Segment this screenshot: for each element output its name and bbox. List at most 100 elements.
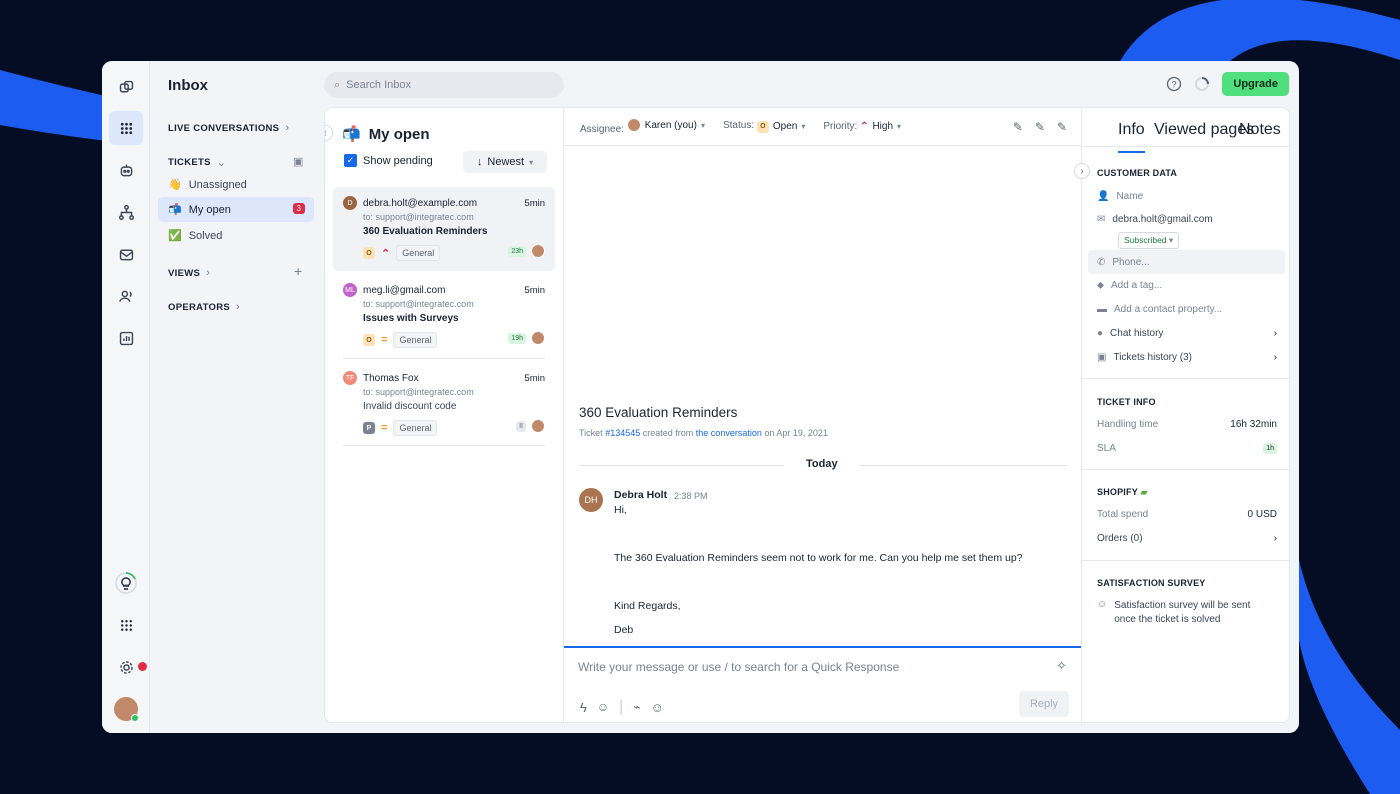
divider	[1082, 560, 1289, 561]
assignee-field[interactable]: Assignee: Karen (you) ▾	[580, 118, 705, 135]
edit-pencil-icon[interactable]: ✎	[1013, 120, 1023, 134]
caret-down-icon: ▾	[700, 120, 705, 130]
sort-label: Newest	[487, 156, 525, 168]
settings-gear-icon[interactable]	[109, 650, 147, 684]
tickets-history-row[interactable]: ▣ Tickets history (3) ›	[1097, 352, 1277, 363]
loading-ring-icon[interactable]	[1194, 76, 1210, 92]
chevron-right-icon: ›	[1273, 352, 1277, 363]
conversation-item[interactable]: ML meg.li@gmail.com 5min to: support@int…	[333, 274, 555, 358]
lightning-icon[interactable]: ϟ	[580, 700, 587, 715]
chat-bubble-icon: ●	[1097, 328, 1104, 339]
apps-icon[interactable]	[109, 608, 143, 642]
help-icon[interactable]: ?	[1166, 76, 1182, 92]
contact-avatar: ML	[343, 283, 357, 297]
expand-panel-button[interactable]: ›	[1074, 163, 1090, 179]
check-icon: ✅	[168, 230, 182, 242]
email-field[interactable]: ✉ debra.holt@gmail.com	[1097, 214, 1277, 225]
chat-history-label: Chat history	[1110, 328, 1164, 339]
separator: |	[619, 698, 624, 715]
show-pending-label: Show pending	[363, 154, 433, 167]
phone-placeholder: Phone...	[1112, 256, 1150, 268]
ticket-title: 360 Evaluation Reminders	[579, 405, 738, 420]
add-view-icon[interactable]: +	[294, 263, 302, 279]
views-section[interactable]: VIEWS ›	[168, 267, 210, 279]
orders-row[interactable]: Orders (0) ›	[1097, 533, 1277, 544]
phone-icon: ✆	[1097, 256, 1106, 268]
flow-icon[interactable]	[109, 195, 143, 229]
operators-section[interactable]: OPERATORS ›	[168, 301, 240, 313]
contacts-icon[interactable]	[109, 279, 143, 313]
logo-icon[interactable]	[109, 70, 143, 104]
message-line: The 360 Evaluation Reminders seem not to…	[614, 552, 1023, 564]
bot-icon[interactable]	[109, 153, 143, 187]
operators-label: OPERATORS	[168, 301, 230, 313]
user-avatar[interactable]	[114, 697, 139, 722]
message-composer[interactable]: Write your message or use / to search fo…	[564, 646, 1081, 722]
analytics-icon[interactable]	[109, 321, 143, 355]
sort-dropdown[interactable]: ↓ Newest ▾	[463, 151, 547, 173]
tips-bulb-icon[interactable]	[109, 566, 143, 600]
message-time: 2:38 PM	[674, 491, 708, 501]
magic-wand-icon[interactable]: ✧	[1056, 658, 1067, 674]
tag-icon: ⬥	[1097, 280, 1104, 291]
conversation-link[interactable]: the conversation	[696, 428, 762, 438]
add-property-field[interactable]: ▬ Add a contact property...	[1097, 304, 1277, 315]
upgrade-button[interactable]: Upgrade	[1222, 72, 1289, 96]
add-property-label: Add a contact property...	[1114, 304, 1223, 315]
conversation-list: 📬 My open ✓ Show pending ↓ Newest ▾ D debra.…	[325, 108, 564, 722]
mail-icon[interactable]	[109, 237, 143, 271]
add-tag-field[interactable]: ⬥ Add a tag...	[1097, 280, 1277, 291]
live-conversations-section[interactable]: LIVE CONVERSATIONS ›	[168, 122, 289, 134]
edit-pencil-icon[interactable]: ✎	[1035, 120, 1045, 134]
priority-field[interactable]: Priority: ⌃ High ▾	[823, 121, 901, 132]
meta-text: created from	[642, 428, 694, 438]
assignee-label: Assignee:	[580, 124, 624, 135]
today-divider: Today	[784, 458, 860, 470]
status-field[interactable]: Status: O Open ▾	[723, 120, 805, 133]
nav-item-solved[interactable]: ✅ Solved	[158, 223, 314, 248]
folder-icon: ▬	[1097, 304, 1107, 315]
attachment-icon[interactable]: ⌁	[633, 700, 640, 714]
handling-label: Handling time	[1097, 419, 1159, 430]
conv-subject: 360 Evaluation Reminders	[363, 226, 488, 237]
smiley-icon: ☺	[1097, 599, 1108, 610]
tab-notes[interactable]: Notes	[1239, 121, 1281, 139]
caret-down-icon: ▾	[801, 122, 806, 132]
count-badge: 3	[292, 203, 305, 214]
conv-time: 5min	[524, 285, 545, 296]
envelope-icon: ✉	[1097, 214, 1106, 225]
edit-pencil-icon[interactable]: ✎	[1057, 120, 1067, 134]
conversation-item[interactable]: D debra.holt@example.com 5min to: suppor…	[333, 187, 555, 271]
subscribed-label: Subscribed	[1124, 235, 1167, 245]
assignee-avatar	[531, 331, 545, 345]
subscription-dropdown[interactable]: Subscribed ▾	[1118, 232, 1180, 249]
nav-item-my-open[interactable]: 📬 My open 3	[158, 197, 314, 222]
reply-button[interactable]: Reply	[1019, 691, 1069, 717]
divider	[343, 445, 545, 446]
icon-rail	[102, 61, 150, 733]
chat-history-row[interactable]: ● Chat history ›	[1097, 328, 1277, 339]
inbox-nav: Inbox LIVE CONVERSATIONS › TICKETS ⌄ ▣ 👋 Un…	[150, 61, 324, 733]
search-icon: ⌕	[334, 78, 341, 91]
ticket-id-link[interactable]: #134545	[605, 428, 640, 438]
total-spend-row: Total spend 0 USD	[1097, 509, 1277, 520]
svg-text:?: ?	[1172, 80, 1177, 90]
emoji-icon[interactable]: ☺	[651, 700, 664, 715]
notification-dot	[138, 662, 147, 671]
nav-item-unassigned[interactable]: 👋 Unassigned	[158, 172, 314, 197]
edit-actions: ✎ ✎ ✎	[1013, 120, 1067, 134]
divider	[343, 358, 545, 359]
search-input[interactable]: ⌕ Search Inbox	[324, 72, 564, 98]
phone-field[interactable]: ✆ Phone...	[1088, 250, 1285, 274]
survey-note: ☺ Satisfaction survey will be sent once th…	[1097, 599, 1277, 627]
bot-icon[interactable]: ☺	[597, 700, 609, 714]
name-field[interactable]: 👤 Name	[1097, 191, 1277, 202]
conversation-item[interactable]: TF Thomas Fox 5min to: support@integrate…	[333, 362, 555, 446]
mailbox-icon: 📬	[342, 126, 361, 143]
new-ticket-icon[interactable]: ▣	[293, 155, 303, 168]
show-pending-checkbox[interactable]: ✓ Show pending	[344, 154, 433, 167]
tab-info[interactable]: Info	[1118, 121, 1145, 153]
inbox-grid-icon[interactable]	[109, 111, 143, 145]
tickets-section[interactable]: TICKETS ⌄	[168, 156, 226, 169]
wave-icon: 👋	[168, 179, 182, 191]
